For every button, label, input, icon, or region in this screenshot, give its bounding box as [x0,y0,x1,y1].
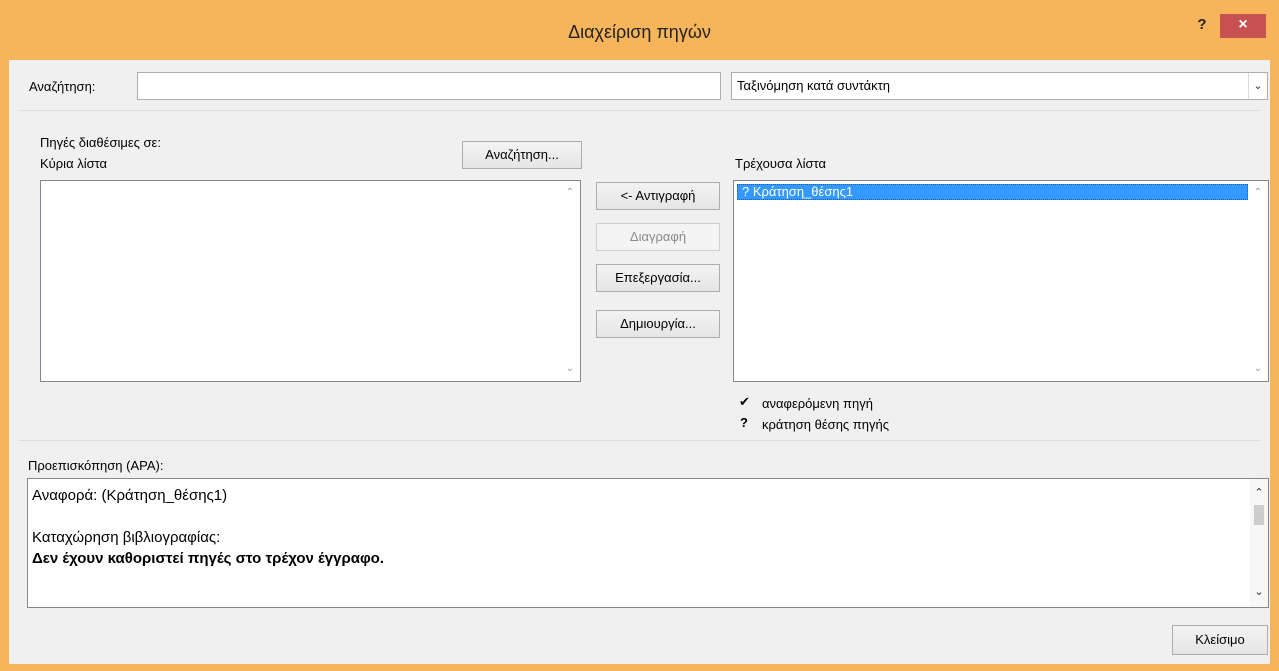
divider [19,440,1259,441]
close-button[interactable]: Κλείσιμο [1172,625,1268,655]
source-name: Κράτηση_θέσης1 [752,184,854,199]
master-list-label: Κύρια λίστα [40,156,108,171]
legend-placeholder-label: κράτηση θέσης πηγής [762,417,889,432]
copy-button[interactable]: <- Αντιγραφή [596,182,720,210]
preview-citation: Αναφορά: (Κράτηση_θέσης1) [32,487,228,504]
scroll-down-icon[interactable]: ⌄ [564,363,576,375]
chevron-down-icon[interactable]: ⌄ [1248,73,1267,99]
preview-scrollbar[interactable]: ⌃ ⌄ [1250,479,1268,607]
placeholder-marker: ? [742,184,750,199]
sources-available-label: Πηγές διαθέσιμες σε: [40,135,161,150]
title-bar: Διαχείριση πηγών ? × [0,0,1279,60]
checkmark-icon: ✔ [739,394,750,409]
delete-button[interactable]: Διαγραφή [596,223,720,251]
search-input[interactable] [137,72,721,100]
scroll-up-icon[interactable]: ⌃ [1250,483,1268,504]
sort-selected-value: Ταξινόμηση κατά συντάκτη [737,78,890,93]
scroll-down-icon[interactable]: ⌄ [1252,363,1264,375]
help-button[interactable]: ? [1188,13,1216,37]
current-list-label: Τρέχουσα λίστα [735,156,826,171]
preview-pane: Αναφορά: (Κράτηση_θέσης1) Καταχώρηση βιβ… [27,478,1269,608]
current-list[interactable]: ? Κράτηση_θέσης1 ⌃ ⌄ [733,180,1269,382]
scroll-thumb[interactable] [1254,505,1264,525]
question-mark-icon: ? [740,415,748,430]
master-list[interactable]: ⌃ ⌄ [40,180,581,382]
browse-button[interactable]: Αναζήτηση... [462,141,582,169]
legend-cited-label: αναφερόμενη πηγή [762,396,873,411]
sort-select[interactable]: Ταξινόμηση κατά συντάκτη ⌄ [731,72,1268,100]
list-item[interactable]: ? Κράτηση_θέσης1 [737,184,1248,200]
edit-button[interactable]: Επεξεργασία... [596,264,720,292]
new-source-button[interactable]: Δημιουργία... [596,310,720,338]
preview-bib-text: Δεν έχουν καθοριστεί πηγές στο τρέχον έγ… [32,550,385,567]
scroll-down-icon[interactable]: ⌄ [1250,582,1268,603]
close-window-button[interactable]: × [1220,14,1266,38]
dialog-title: Διαχείριση πηγών [568,22,711,42]
divider [19,110,1259,111]
search-label: Αναζήτηση: [29,79,96,94]
preview-bib-label: Καταχώρηση βιβλιογραφίας: [32,529,221,546]
scroll-up-icon[interactable]: ⌃ [564,187,576,199]
preview-label: Προεπισκόπηση (APA): [28,458,164,473]
scroll-up-icon[interactable]: ⌃ [1252,187,1264,199]
